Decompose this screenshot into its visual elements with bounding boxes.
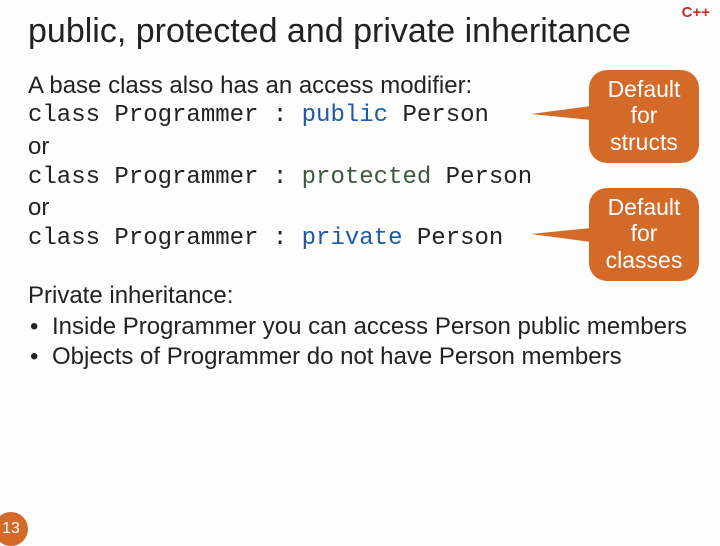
code-text: class Programmer : [28, 164, 302, 191]
bullet-item: • Objects of Programmer do not have Pers… [28, 342, 692, 373]
slide: C++ public, protected and private inheri… [0, 0, 720, 540]
code-text: class Programmer : [28, 225, 302, 252]
code-text: class Programmer : [28, 102, 302, 129]
bullet-item: • Inside Programmer you can access Perso… [28, 312, 692, 343]
callout-text: Default for classes [606, 194, 683, 273]
callout-tail [531, 106, 591, 120]
code-text: Person [388, 102, 489, 129]
keyword-private: private [302, 225, 403, 252]
slide-title: public, protected and private inheritanc… [28, 10, 692, 53]
code-text: Person [402, 225, 503, 252]
bullet-text: Objects of Programmer do not have Person… [52, 342, 622, 373]
callout-tail [531, 228, 591, 242]
section-subtitle: Private inheritance: [28, 281, 692, 312]
bullet-mark: • [28, 312, 52, 343]
callout-default-classes: Default for classes [589, 188, 699, 281]
callout-default-structs: Default for structs [589, 70, 699, 163]
code-line-2: class Programmer : protected Person [28, 163, 692, 194]
section-private-inheritance: Private inheritance: • Inside Programmer… [28, 281, 692, 373]
bullet-text: Inside Programmer you can access Person … [52, 312, 687, 343]
keyword-public: public [302, 102, 388, 129]
keyword-protected: protected [302, 164, 432, 191]
code-text: Person [431, 164, 532, 191]
cpp-badge: C++ [682, 4, 710, 21]
callout-text: Default for structs [608, 76, 681, 155]
bullet-mark: • [28, 342, 52, 373]
page-number: 13 [0, 512, 28, 546]
